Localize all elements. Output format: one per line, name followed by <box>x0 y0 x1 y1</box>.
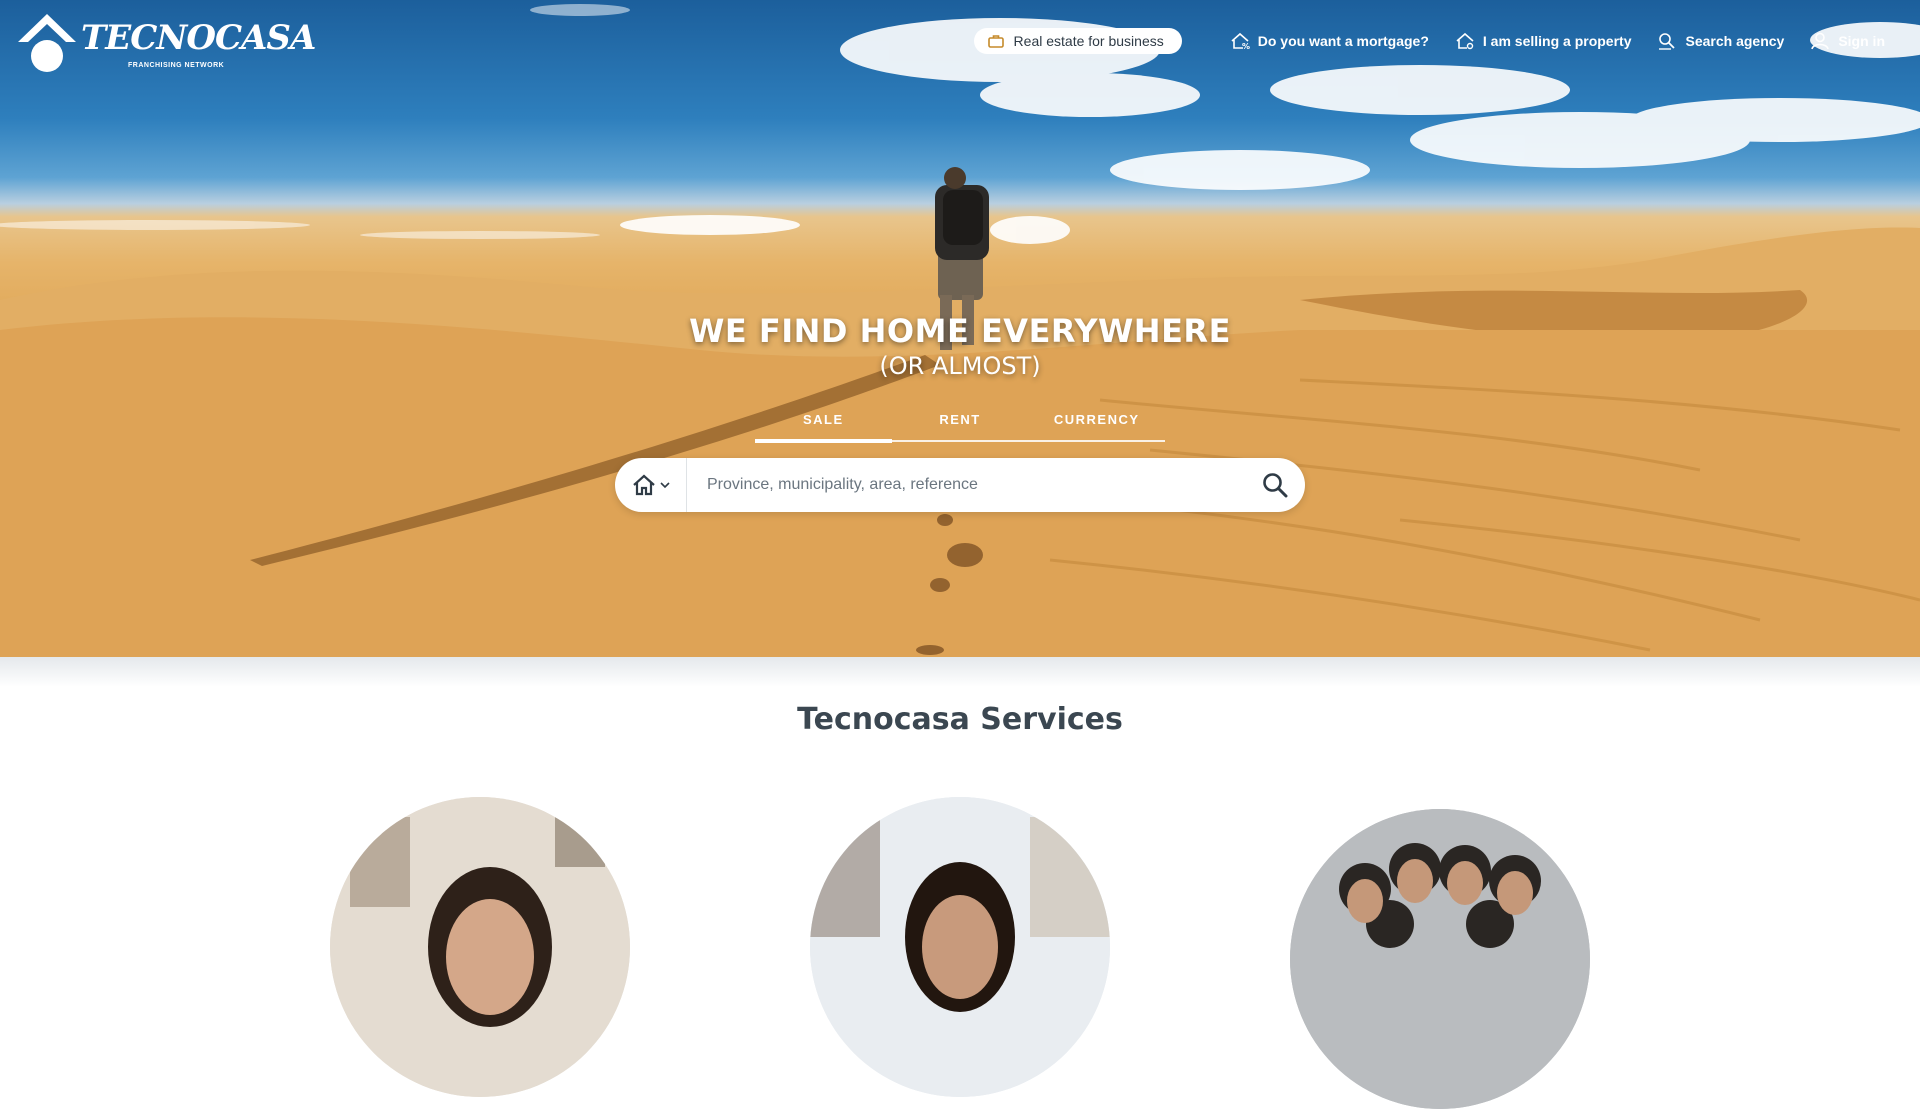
top-navigation: Real estate for business % Do you want a… <box>973 28 1885 54</box>
search-person-icon <box>1657 32 1677 50</box>
tab-sale[interactable]: SALE <box>755 410 892 443</box>
group-photo <box>1290 809 1590 1109</box>
house-tag-icon <box>1455 32 1475 50</box>
nav-link-selling[interactable]: I am selling a property <box>1455 32 1632 50</box>
logo-house-icon <box>18 14 76 72</box>
property-type-dropdown[interactable] <box>615 458 687 512</box>
search-mode-tabs: SALE RENT CURRENCY <box>755 410 1165 443</box>
logo-wordmark: TECNOCASA <box>81 18 316 58</box>
woman-portrait-photo <box>810 797 1110 1097</box>
service-image-3[interactable] <box>1290 809 1590 1109</box>
search-bar <box>615 458 1305 512</box>
nav-link-sign-in[interactable]: Sign in <box>1810 32 1885 50</box>
services-title: Tecnocasa Services <box>797 702 1123 737</box>
logo-tagline: FRANCHISING NETWORK <box>128 62 225 69</box>
nav-link-mortgage[interactable]: % Do you want a mortgage? <box>1230 32 1429 50</box>
chevron-down-icon <box>659 481 670 489</box>
nav-link-mortgage-label: Do you want a mortgage? <box>1257 33 1429 49</box>
hero-banner: TECNOCASA FRANCHISING NETWORK Real estat… <box>0 0 1920 657</box>
briefcase-icon <box>987 34 1004 48</box>
tab-currency[interactable]: CURRENCY <box>1028 410 1165 440</box>
woman-smiling-photo <box>330 797 630 1097</box>
hero-headline: WE FIND HOME EVERYWHERE (OR ALMOST) <box>0 312 1920 380</box>
location-search-input[interactable] <box>687 459 1245 511</box>
home-icon <box>632 474 656 496</box>
hero-subtitle: (OR ALMOST) <box>879 352 1041 380</box>
service-image-1[interactable] <box>330 797 630 1097</box>
search-icon <box>1262 472 1288 498</box>
business-button-label: Real estate for business <box>1013 33 1164 49</box>
tab-rent[interactable]: RENT <box>892 410 1029 440</box>
hero-title: WE FIND HOME EVERYWHERE <box>689 312 1231 350</box>
nav-link-sign-in-label: Sign in <box>1838 33 1885 49</box>
business-button[interactable]: Real estate for business <box>973 28 1182 54</box>
svg-text:%: % <box>1242 42 1250 50</box>
nav-link-search-agency[interactable]: Search agency <box>1657 32 1784 50</box>
house-percent-icon: % <box>1230 32 1250 50</box>
tecnocasa-logo[interactable]: TECNOCASA FRANCHISING NETWORK <box>16 12 316 74</box>
hero-shadow <box>0 657 1920 687</box>
service-image-2[interactable] <box>810 797 1110 1097</box>
search-submit-button[interactable] <box>1245 458 1305 512</box>
nav-link-search-agency-label: Search agency <box>1685 33 1785 49</box>
user-icon <box>1810 32 1830 50</box>
nav-link-selling-label: I am selling a property <box>1482 33 1632 49</box>
